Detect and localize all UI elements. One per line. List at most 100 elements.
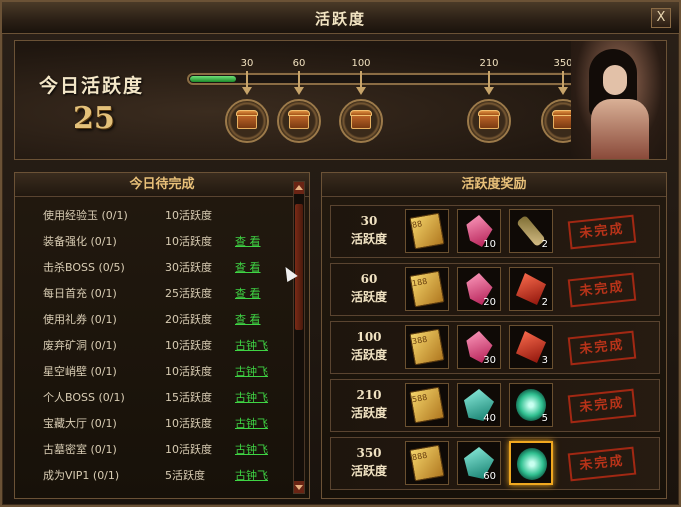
reward-tier-value: 60 [360,272,378,286]
title-bar: 活跃度 X [2,2,679,34]
item-count: 2 [541,239,548,250]
portrait-face [603,65,627,95]
reward-tier-row: 210 活跃度 588 40 5 未完成 [330,379,660,432]
task-row: 星空峭壁 (0/1) 10活跃度 古钟飞 [21,359,291,385]
task-action-link[interactable]: 古钟飞 [235,411,268,437]
reward-item-slot[interactable]: 588 [405,383,449,427]
rewards-panel-title: 活跃度奖励 [322,173,666,197]
task-name: 成为VIP1 (0/1) [43,469,120,482]
reward-item-slot[interactable]: 188 [405,267,449,311]
close-button[interactable]: X [651,8,671,28]
task-points: 10活跃度 [165,339,212,352]
task-row: 使用礼券 (0/1) 20活跃度 查 看 [21,307,291,333]
reward-status-stamp: 未完成 [567,388,637,424]
reward-item-slot[interactable]: 2 [509,267,553,311]
reward-tier-suffix: 活跃度 [350,406,387,420]
item-count: 20 [483,297,496,308]
reward-tier-value: 350 [356,446,382,460]
reward-status-stamp: 未完成 [567,272,637,308]
milestone-arrow-icon [558,87,568,95]
milestone-value: 60 [292,58,306,69]
reward-item-slot[interactable]: 5 [509,383,553,427]
reward-tier-suffix: 活跃度 [350,232,387,246]
task-name: 废弃矿洞 (0/1) [43,339,117,352]
task-points: 15活跃度 [165,391,212,404]
treasure-chest-icon[interactable] [467,99,511,143]
reward-item-slot[interactable]: 10 [457,209,501,253]
reward-item-slot[interactable]: 3 [509,325,553,369]
chest-lid [350,110,372,116]
task-action-link[interactable]: 查 看 [235,307,261,333]
milestone-arrow-icon [356,87,366,95]
reward-tier-level: 210 活跃度 [339,386,399,422]
tasks-panel: 今日待完成 使用经验玉 (0/1) 10活跃度 装备强化 (0/1) 10活跃度查 看… [14,172,310,499]
task-points: 20活跃度 [165,313,212,326]
item-count: 40 [483,413,496,424]
reward-status-stamp: 未完成 [567,214,637,250]
chest-lid [288,110,310,116]
treasure-chest-icon[interactable] [225,99,269,143]
task-row: 废弃矿洞 (0/1) 10活跃度 古钟飞 [21,333,291,359]
task-action-link[interactable]: 古钟飞 [235,385,268,411]
reward-item-slot[interactable]: 40 [457,383,501,427]
gold-ticket-icon [409,328,445,366]
reward-tier-level: 350 活跃度 [339,444,399,480]
reward-tier-level: 100 活跃度 [339,328,399,364]
task-row: 古墓密室 (0/1) 10活跃度 古钟飞 [21,437,291,463]
task-name: 宝藏大厅 (0/1) [43,417,117,430]
task-action-link[interactable]: 古钟飞 [235,437,268,463]
reward-status-stamp: 未完成 [567,446,637,482]
milestone-arrow-icon [242,87,252,95]
reward-item-slot[interactable]: 888 [405,441,449,485]
task-row: 宝藏大厅 (0/1) 10活跃度 古钟飞 [21,411,291,437]
task-name: 使用礼券 (0/1) [43,313,117,326]
treasure-chest-icon[interactable] [277,99,321,143]
reward-tier-value: 210 [356,388,382,402]
task-name: 使用经验玉 (0/1) [43,209,128,222]
reward-tier-row: 30 活跃度 88 10 2 未完成 [330,205,660,258]
gold-ticket-icon [409,270,445,308]
task-action-link[interactable]: 古钟飞 [235,333,268,359]
portrait-body [591,99,649,159]
reward-item-slot[interactable]: 60 [457,441,501,485]
task-action-link[interactable]: 查 看 [235,281,261,307]
scroll-up-button[interactable] [294,182,304,194]
task-action-link[interactable]: 查 看 [235,229,261,255]
gold-ticket-icon [409,386,445,424]
milestone-value: 350 [553,58,573,69]
task-scrollbar[interactable] [293,181,305,494]
item-count: 3 [541,355,548,366]
task-row: 每日首充 (0/1) 25活跃度 查 看 [21,281,291,307]
reward-tier-level: 60 活跃度 [339,270,399,306]
gold-ticket-icon [409,444,445,482]
reward-item-slot[interactable]: 2 [509,209,553,253]
task-points: 10活跃度 [165,417,212,430]
scroll-down-button[interactable] [294,481,304,493]
task-points: 30活跃度 [165,261,212,274]
window-title: 活跃度 [314,10,366,28]
reward-item-slot[interactable]: 20 [457,267,501,311]
reward-item-slot[interactable]: 30 [457,325,501,369]
treasure-chest-icon[interactable] [339,99,383,143]
task-row: 使用经验玉 (0/1) 10活跃度 [21,203,291,229]
item-count: 2 [541,297,548,308]
today-activity-value: 25 [73,101,115,136]
reward-tier-level: 30 活跃度 [339,212,399,248]
task-points: 5活跃度 [165,469,205,482]
activity-banner: 今日活跃度 25 30 60 100 210 350 [14,40,667,160]
task-name: 星空峭壁 (0/1) [43,365,117,378]
reward-item-slot[interactable] [509,441,553,485]
milestone-arrow-icon [294,87,304,95]
reward-item-slot[interactable]: 388 [405,325,449,369]
milestone-value: 100 [351,58,371,69]
task-action-link[interactable]: 古钟飞 [235,463,268,489]
reward-tier-row: 350 活跃度 888 60 未完成 [330,437,660,490]
reward-item-slot[interactable]: 88 [405,209,449,253]
task-points: 25活跃度 [165,287,212,300]
task-action-link[interactable]: 古钟飞 [235,359,268,385]
reward-tier-suffix: 活跃度 [350,290,387,304]
item-count: 5 [541,413,548,424]
scroll-thumb[interactable] [295,204,303,330]
task-list: 使用经验玉 (0/1) 10活跃度 装备强化 (0/1) 10活跃度查 看击杀BOSS… [21,203,291,489]
task-action-link[interactable]: 查 看 [235,255,261,281]
